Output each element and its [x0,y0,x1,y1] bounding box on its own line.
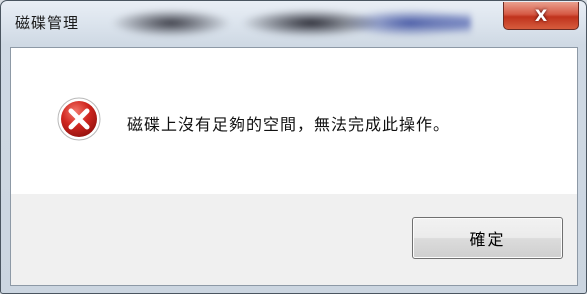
message-panel: 磁碟上沒有足夠的空間，無法完成此操作。 [11,48,577,194]
ok-button-label: 確定 [469,230,506,249]
error-icon [56,96,102,142]
ok-button[interactable]: 確定 [412,217,563,259]
close-button[interactable]: X [503,2,579,30]
close-icon: X [534,6,548,25]
dialog-window: 磁碟管理 X 磁碟上沒有足夠的空間，無法完成此操作。 確定 [0,0,587,294]
error-message: 磁碟上沒有足夠的空間，無法完成此操作。 [127,115,451,134]
title-bar[interactable]: 磁碟管理 X [1,1,586,47]
dialog-client-area: 磁碟上沒有足夠的空間，無法完成此操作。 確定 [10,47,578,286]
blurred-taskbar-region [111,7,471,39]
window-title: 磁碟管理 [15,14,80,32]
